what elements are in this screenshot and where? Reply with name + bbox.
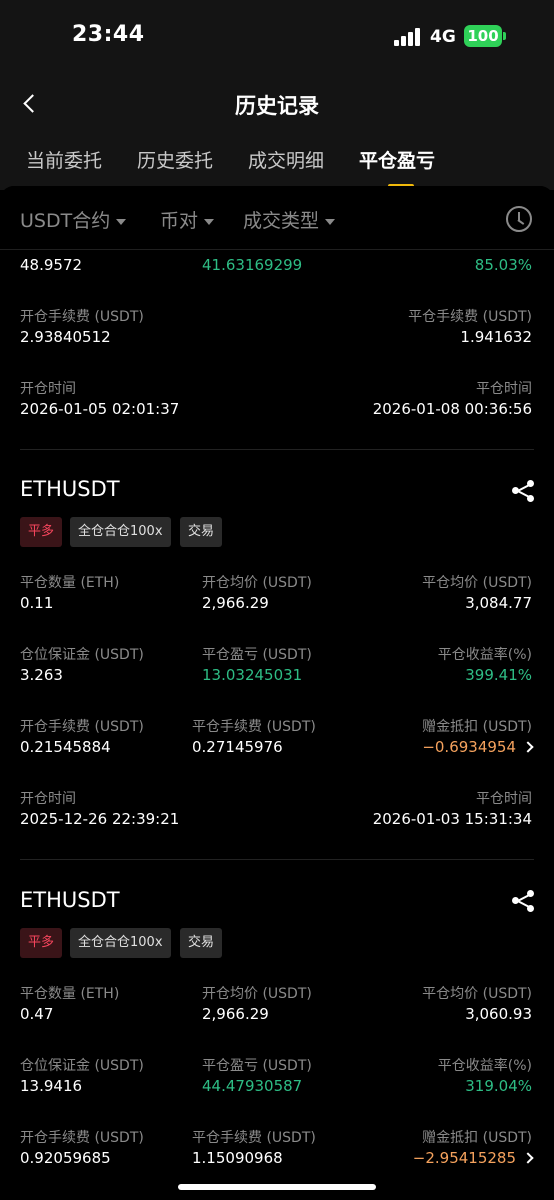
top-nav: 历史记录 [0,76,554,134]
record-symbol: ETHUSDT [20,888,120,912]
close-fee-label: 平仓手续费 (USDT) [192,1130,316,1146]
pnl-label: 平仓盈亏 (USDT) [202,1058,312,1074]
partial-open-time-label: 开仓时间 [20,381,76,397]
filter-pair[interactable]: 币对 [160,206,215,233]
record-symbol: ETHUSDT [20,477,120,501]
roi-value: 319.04% [465,1077,532,1095]
close-fee-value: 1.15090968 [192,1149,283,1167]
network-type: 4G [430,27,456,47]
margin-value: 13.9416 [20,1077,83,1095]
page-title: 历史记录 [235,94,319,118]
open-avg-label: 开仓均价 (USDT) [202,986,312,1002]
bonus-deduction-value[interactable]: −2.95415285 [412,1149,534,1167]
close-qty-label: 平仓数量 (ETH) [20,575,120,591]
filter-trade-type[interactable]: 成交类型 [243,206,336,233]
partial-open-time-value: 2026-01-05 02:01:37 [20,400,180,418]
close-avg-label: 平仓均价 (USDT) [422,986,532,1002]
partial-open-fee-value: 2.93840512 [20,328,111,346]
signal-icon [394,28,422,46]
close-time-label: 平仓时间 [476,791,532,807]
records-panel: USDT合约 币对 成交类型 48.9572 41.63169299 85.03… [0,186,554,1200]
partial-close-fee-label: 平仓手续费 (USDT) [408,309,532,325]
battery-icon: 100 [464,25,502,47]
open-avg-value: 2,966.29 [202,594,269,612]
clock-icon[interactable] [506,206,532,232]
open-fee-value: 0.92059685 [20,1149,111,1167]
tag-margin-mode: 全仓合仓100x [70,928,171,958]
margin-label: 仓位保证金 (USDT) [20,647,144,663]
open-avg-label: 开仓均价 (USDT) [202,575,312,591]
caret-down-icon [325,218,336,225]
bonus-deduction-amount: −0.6934954 [422,738,516,756]
chevron-right-icon [522,1151,534,1164]
tab-open-orders[interactable]: 当前委托 [26,146,102,173]
bonus-deduction-label: 赠金抵扣 (USDT) [422,719,532,735]
bonus-deduction-amount: −2.95415285 [412,1149,516,1167]
close-avg-label: 平仓均价 (USDT) [422,575,532,591]
partial-margin-value: 48.9572 [20,256,83,274]
open-fee-label: 开仓手续费 (USDT) [20,1130,144,1146]
tag-margin-mode: 全仓合仓100x [70,517,171,547]
close-qty-value: 0.11 [20,594,54,612]
close-fee-label: 平仓手续费 (USDT) [192,719,316,735]
close-time-value: 2026-01-03 15:31:34 [372,810,532,828]
roi-label: 平仓收益率(%) [437,647,532,663]
close-avg-value: 3,060.93 [465,1005,532,1023]
divider [20,449,534,450]
roi-value: 399.41% [465,666,532,684]
status-time: 23:44 [72,22,145,47]
close-fee-value: 0.27145976 [192,738,283,756]
pnl-label: 平仓盈亏 (USDT) [202,647,312,663]
close-avg-value: 3,084.77 [465,594,532,612]
partial-open-fee-label: 开仓手续费 (USDT) [20,309,144,325]
status-bar: 23:44 4G 100 [0,0,554,76]
open-time-value: 2025-12-26 22:39:21 [20,810,180,828]
caret-down-icon [116,218,127,225]
filter-bar: USDT合约 币对 成交类型 [0,186,554,250]
bonus-deduction-label: 赠金抵扣 (USDT) [422,1130,532,1146]
margin-value: 3.263 [20,666,63,684]
open-avg-value: 2,966.29 [202,1005,269,1023]
filter-pair-label: 币对 [160,210,199,232]
filter-trade-type-label: 成交类型 [243,210,320,232]
share-icon[interactable] [512,890,534,912]
roi-label: 平仓收益率(%) [437,1058,532,1074]
partial-close-time-value: 2026-01-08 00:36:56 [372,400,532,418]
partial-close-time-label: 平仓时间 [476,381,532,397]
tab-trade-details[interactable]: 成交明细 [248,146,324,173]
pnl-value: 44.47930587 [202,1077,303,1095]
tag-close-long: 平多 [20,928,63,958]
filter-contract-label: USDT合约 [20,210,111,232]
tag-trade: 交易 [180,517,223,547]
open-time-label: 开仓时间 [20,791,76,807]
partial-pnl-value: 41.63169299 [202,256,303,274]
bonus-deduction-value[interactable]: −0.6934954 [422,738,534,756]
close-qty-label: 平仓数量 (ETH) [20,986,120,1002]
partial-roi-value: 85.03% [474,256,532,274]
filter-contract[interactable]: USDT合约 [20,206,127,233]
margin-label: 仓位保证金 (USDT) [20,1058,144,1074]
home-indicator [178,1184,376,1190]
tab-bar: 当前委托 历史委托 成交明细 平仓盈亏 [0,134,554,190]
tab-order-history[interactable]: 历史委托 [137,146,213,173]
tag-trade: 交易 [180,928,223,958]
close-qty-value: 0.47 [20,1005,54,1023]
open-fee-value: 0.21545884 [20,738,111,756]
caret-down-icon [204,218,215,225]
pnl-value: 13.03245031 [202,666,303,684]
chevron-right-icon [522,740,534,753]
tag-close-long: 平多 [20,517,63,547]
share-icon[interactable] [512,480,534,502]
partial-close-fee-value: 1.941632 [460,328,532,346]
tab-closed-pnl[interactable]: 平仓盈亏 [359,146,435,173]
divider [20,859,534,860]
battery-tip [503,32,506,40]
open-fee-label: 开仓手续费 (USDT) [20,719,144,735]
